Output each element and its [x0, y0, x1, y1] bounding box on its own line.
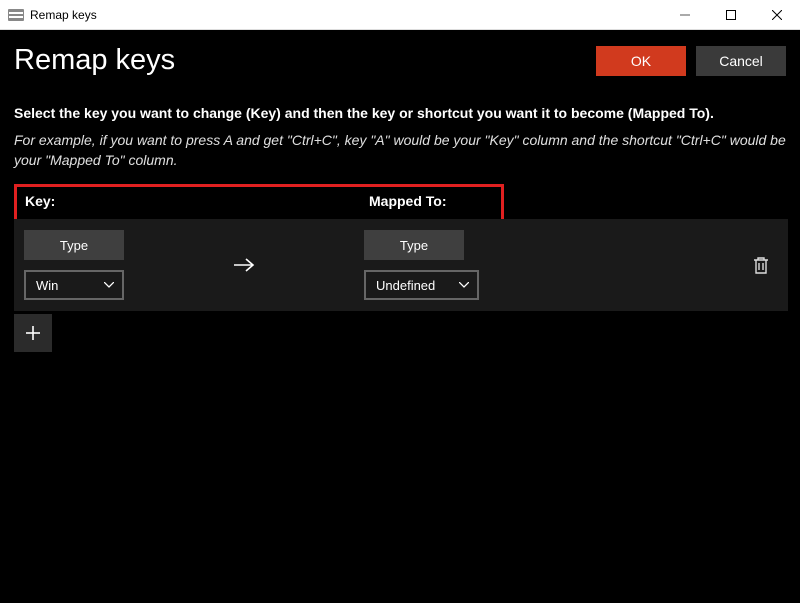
arrow-separator — [124, 256, 364, 274]
close-button[interactable] — [754, 0, 800, 29]
mapped-type-button[interactable]: Type — [364, 230, 464, 260]
page-title: Remap keys — [14, 44, 175, 77]
app-icon — [8, 9, 24, 21]
instructions-text: Select the key you want to change (Key) … — [14, 105, 786, 121]
key-column-block: Type Win — [24, 230, 124, 300]
delete-row-button[interactable] — [752, 255, 770, 275]
arrow-right-icon — [233, 256, 255, 274]
window-controls — [662, 0, 800, 29]
example-text: For example, if you want to press A and … — [14, 131, 786, 170]
mapping-row: Type Win Type Undefined — [14, 219, 788, 311]
column-headers: Key: Mapped To: — [25, 193, 493, 209]
mapped-column-block: Type Undefined — [364, 230, 479, 300]
add-mapping-button[interactable] — [14, 314, 52, 352]
header-row: Remap keys OK Cancel — [14, 44, 786, 77]
key-dropdown[interactable]: Win — [24, 270, 124, 300]
minimize-button[interactable] — [662, 0, 708, 29]
chevron-down-icon — [104, 282, 114, 288]
mapped-column-label: Mapped To: — [369, 193, 447, 209]
chevron-down-icon — [459, 282, 469, 288]
titlebar: Remap keys — [0, 0, 800, 30]
action-buttons: OK Cancel — [596, 46, 786, 76]
highlight-box: Key: Mapped To: Type Win Type Un — [14, 184, 504, 308]
plus-icon — [24, 324, 42, 342]
trash-icon — [752, 255, 770, 275]
content-area: Remap keys OK Cancel Select the key you … — [0, 30, 800, 352]
cancel-button[interactable]: Cancel — [696, 46, 786, 76]
maximize-button[interactable] — [708, 0, 754, 29]
key-column-label: Key: — [25, 193, 369, 209]
mapped-dropdown-value: Undefined — [376, 278, 435, 293]
key-dropdown-value: Win — [36, 278, 58, 293]
key-type-button[interactable]: Type — [24, 230, 124, 260]
mapped-dropdown[interactable]: Undefined — [364, 270, 479, 300]
ok-button[interactable]: OK — [596, 46, 686, 76]
window-title: Remap keys — [30, 8, 662, 22]
